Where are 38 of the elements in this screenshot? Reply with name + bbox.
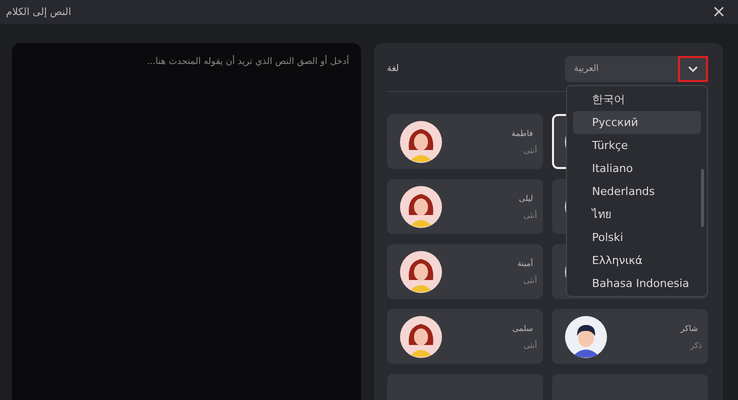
avatar-drawing [399,184,443,228]
window-title: النص إلى الكلام [6,6,72,18]
voice-name: أمينة [517,258,533,268]
chevron-icon [688,66,698,72]
language-option[interactable]: Nederlands [573,180,701,203]
language-option[interactable]: ไทย [573,203,701,226]
avatar-drawing [399,120,443,164]
voice-card[interactable]: أمينة أنثى [387,244,543,299]
close-button[interactable]: × [710,4,728,20]
language-value: العربية [574,64,599,74]
language-option[interactable]: Bahasa Indonesia [573,272,701,295]
dropdown-toggle[interactable] [678,56,708,82]
language-option[interactable]: Ελληνικά [573,249,701,272]
text-input-field[interactable]: أدخل أو الصق النص الذي تريد أن يقوله المتحدث هنا... [12,43,361,400]
voice-gender: أنثى [523,276,537,284]
voice-gender: أنثى [523,146,537,154]
voice-gender: ذكر [690,340,702,350]
avatar-drawing [564,314,608,358]
voice-name: شاكر [680,324,698,332]
voice-name: فاطمة [511,128,533,138]
voice-name: ليلى [518,194,533,202]
scrollbar-thumb[interactable] [701,169,704,227]
avatar-drawing [399,250,443,294]
language-option[interactable]: Italiano [573,157,701,180]
voice-name: سلمى [512,324,533,332]
language-option[interactable]: Polski [573,226,701,249]
language-option[interactable]: 한국어 [573,88,701,111]
language-select[interactable]: العربية [565,56,708,82]
voice-gender: أنثى [523,340,537,350]
voice-card[interactable]: سلمى أنثى [387,309,543,364]
voice-card[interactable]: شاكر ذكر [552,309,708,364]
voice-card[interactable]: ليلى أنثى [387,179,543,234]
language-option[interactable]: Türkçe [573,134,701,157]
voice-gender: أنثى [523,210,537,220]
avatar-drawing [399,314,443,358]
language-label: لغة [387,64,399,74]
language-option[interactable]: Русский [573,111,701,134]
voice-card[interactable]: فاطمة أنثى [387,114,543,169]
